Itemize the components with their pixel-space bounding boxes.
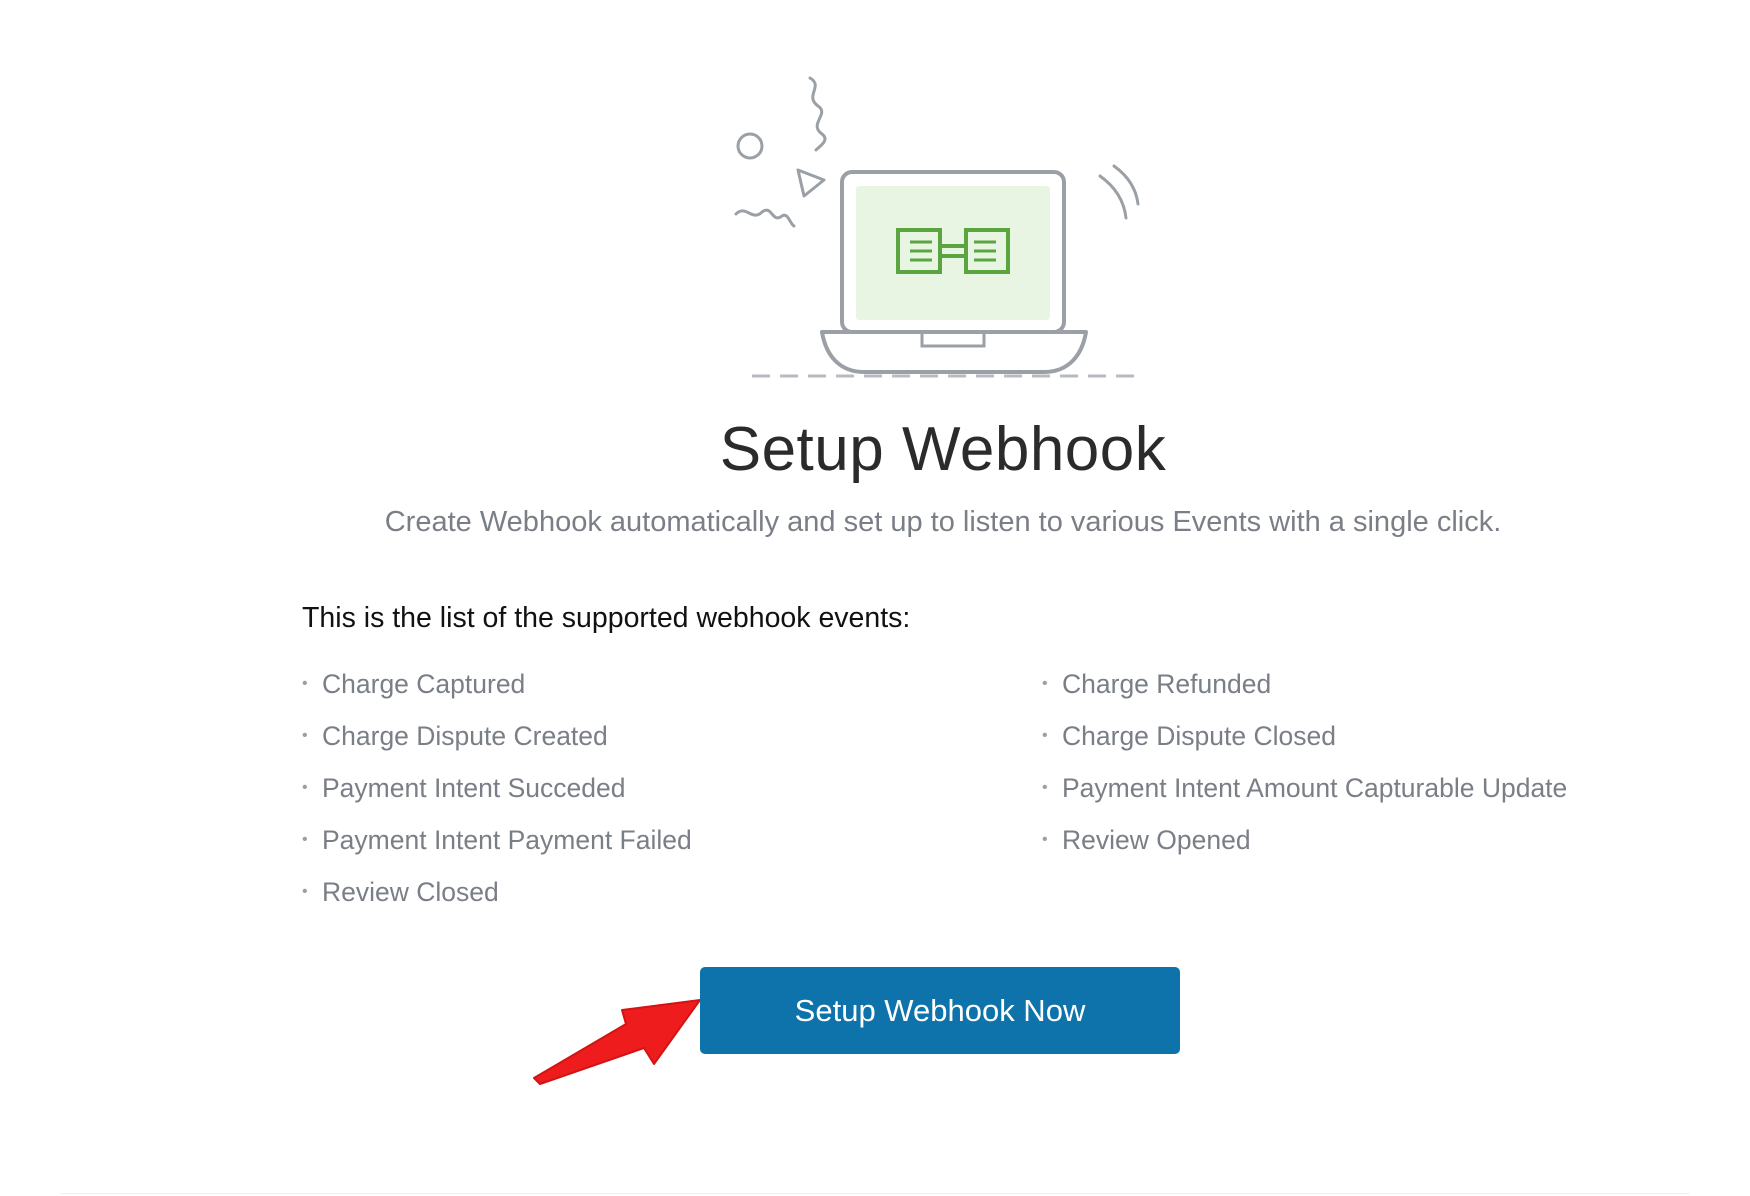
event-item: • Charge Dispute Closed xyxy=(1042,716,1567,768)
setup-webhook-now-button[interactable]: Setup Webhook Now xyxy=(700,967,1180,1054)
events-list-left: • Charge Captured • Charge Dispute Creat… xyxy=(302,664,692,924)
events-list-right: • Charge Refunded • Charge Dispute Close… xyxy=(1042,664,1567,872)
red-arrow-icon xyxy=(530,990,710,1095)
events-list-heading: This is the list of the supported webhoo… xyxy=(302,602,911,634)
laptop-webhook-illustration xyxy=(732,66,1152,391)
event-label: Charge Dispute Closed xyxy=(1062,721,1336,751)
bullet-icon: • xyxy=(302,779,308,796)
bullet-icon: • xyxy=(1042,779,1048,796)
event-item: • Payment Intent Payment Failed xyxy=(302,820,692,872)
event-item: • Charge Refunded xyxy=(1042,664,1567,716)
bullet-icon: • xyxy=(1042,727,1048,744)
event-item: • Review Closed xyxy=(302,872,692,924)
event-label: Charge Dispute Created xyxy=(322,721,608,751)
bottom-divider xyxy=(60,1193,1690,1194)
page-subtitle: Create Webhook automatically and set up … xyxy=(384,506,1502,538)
event-label: Payment Intent Amount Capturable Update xyxy=(1062,773,1568,803)
event-item: • Charge Dispute Created xyxy=(302,716,692,768)
bullet-icon: • xyxy=(302,831,308,848)
bullet-icon: • xyxy=(302,883,308,900)
event-label: Charge Captured xyxy=(322,669,526,699)
event-item: • Review Opened xyxy=(1042,820,1567,872)
event-label: Review Closed xyxy=(322,877,499,907)
event-label: Review Opened xyxy=(1062,825,1251,855)
event-label: Charge Refunded xyxy=(1062,669,1272,699)
bullet-icon: • xyxy=(1042,675,1048,692)
event-label: Payment Intent Payment Failed xyxy=(322,825,692,855)
webhook-setup-page: Setup Webhook Create Webhook automatical… xyxy=(0,0,1750,1196)
event-label: Payment Intent Succeded xyxy=(322,773,626,803)
bullet-icon: • xyxy=(302,675,308,692)
page-title: Setup Webhook xyxy=(719,415,1167,484)
event-item: • Payment Intent Amount Capturable Updat… xyxy=(1042,768,1567,820)
event-item: • Charge Captured xyxy=(302,664,692,716)
bullet-icon: • xyxy=(302,727,308,744)
event-item: • Payment Intent Succeded xyxy=(302,768,692,820)
bullet-icon: • xyxy=(1042,831,1048,848)
